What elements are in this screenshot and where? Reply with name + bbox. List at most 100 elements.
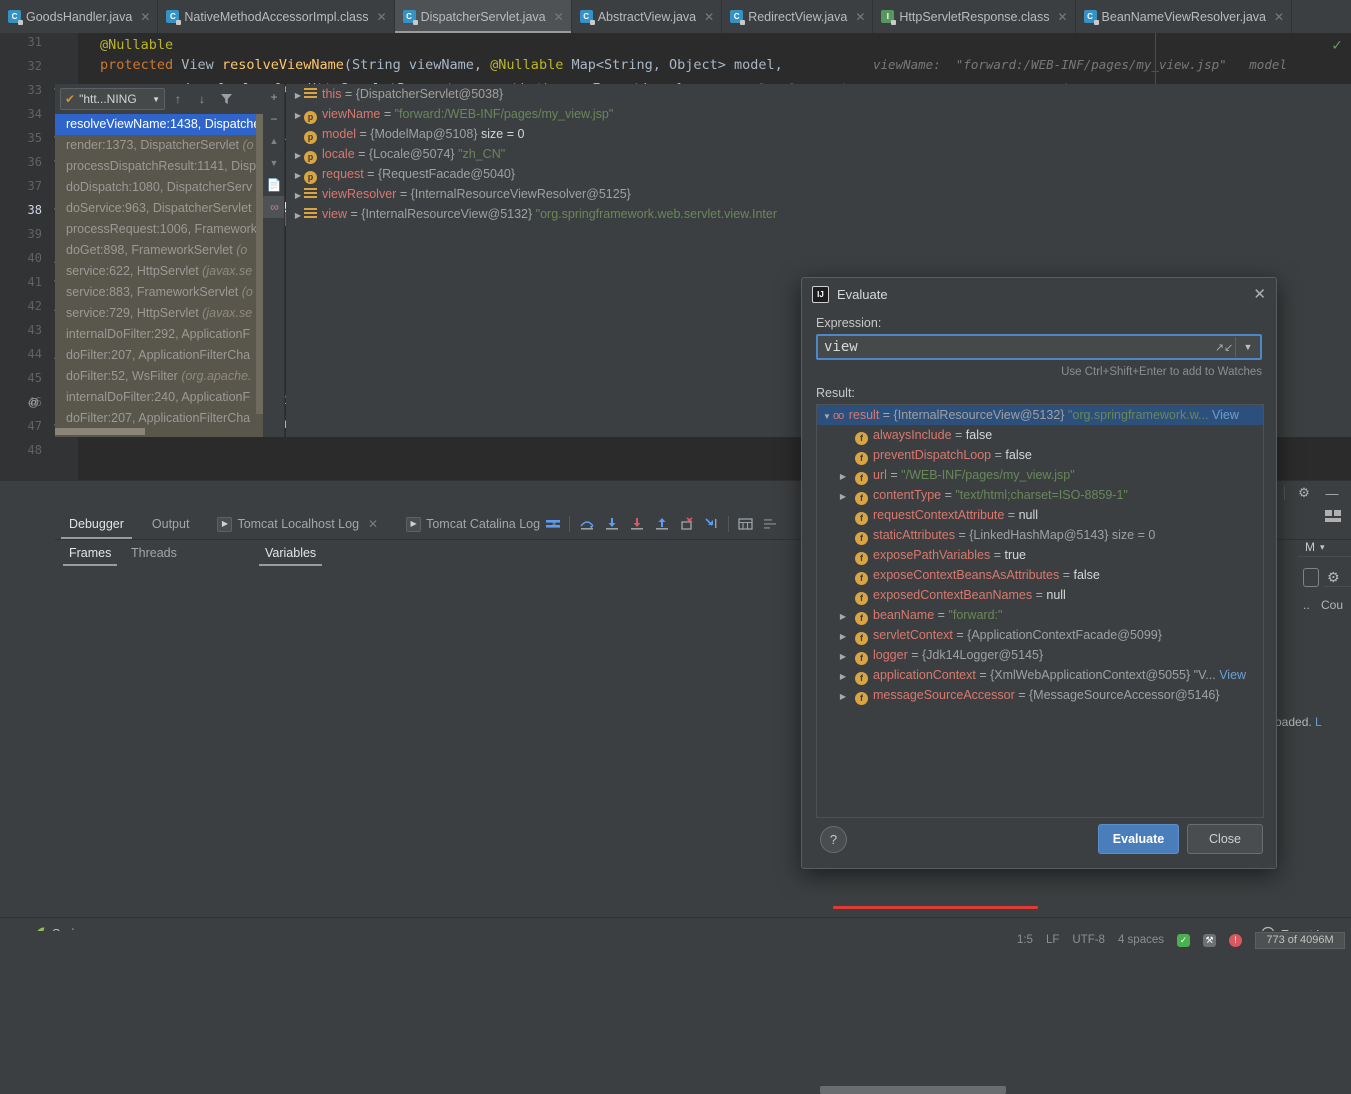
sub-tab-threads[interactable]: Threads xyxy=(121,540,187,566)
expand-arrow-icon[interactable]: ▶ xyxy=(292,86,304,106)
editor-tab-2[interactable]: C DispatcherServlet.java ✕ xyxy=(394,0,572,33)
variable-row[interactable]: ▶ p viewName = "forward:/WEB-INF/pages/my_… xyxy=(286,104,1351,124)
expand-arrow-icon[interactable]: ▶ xyxy=(837,647,849,667)
frame-row[interactable]: render:1373, DispatcherServlet (o xyxy=(55,135,263,156)
build-icon[interactable]: ⚒ xyxy=(1203,933,1216,947)
variable-row[interactable]: ▶ p request = {RequestFacade@5040} xyxy=(286,164,1351,184)
view-link[interactable]: View xyxy=(1209,408,1239,422)
close-icon[interactable]: ✕ xyxy=(377,10,387,24)
step-into-icon[interactable] xyxy=(599,509,624,539)
run-to-cursor-icon[interactable] xyxy=(699,509,724,539)
evaluate-button[interactable]: Evaluate xyxy=(1098,824,1179,854)
memory-indicator[interactable]: 773 of 4096M xyxy=(1255,931,1345,949)
frame-row[interactable]: internalDoFilter:240, ApplicationF xyxy=(55,387,263,408)
vcs-status-icon[interactable]: ✓ xyxy=(1177,933,1190,947)
step-out-icon[interactable] xyxy=(649,509,674,539)
remove-watch-icon[interactable]: − xyxy=(263,108,285,130)
close-icon[interactable]: ✕ xyxy=(704,10,714,24)
frame-row[interactable]: service:883, FrameworkServlet (o xyxy=(55,282,263,303)
close-button[interactable]: Close xyxy=(1187,824,1263,854)
variable-row[interactable]: ▶ view = {InternalResourceView@5132} "org… xyxy=(286,204,1351,224)
expand-arrow-icon[interactable]: ▶ xyxy=(837,687,849,707)
variable-row[interactable]: ▶ viewResolver = {InternalResourceViewRes… xyxy=(286,184,1351,204)
result-horizontal-scrollbar[interactable] xyxy=(820,1086,1006,1094)
frame-row[interactable]: processRequest:1006, Framework xyxy=(55,219,263,240)
result-field-row[interactable]: f staticAttributes = {LinkedHashMap@5143}… xyxy=(817,525,1263,545)
add-watch-icon[interactable]: + xyxy=(263,86,285,108)
view-link[interactable]: View xyxy=(1216,668,1246,682)
result-field-row[interactable]: f alwaysInclude = false xyxy=(817,425,1263,445)
expand-editor-icon[interactable]: ↗↙ xyxy=(1213,341,1235,354)
frame-row[interactable]: doFilter:207, ApplicationFilterCha xyxy=(55,345,263,366)
frame-row[interactable]: resolveViewName:1438, DispatcherServlet xyxy=(55,114,263,135)
frame-row[interactable]: service:729, HttpServlet (javax.se xyxy=(55,303,263,324)
close-icon[interactable]: ✕ xyxy=(554,10,564,24)
file-encoding[interactable]: UTF-8 xyxy=(1072,934,1105,946)
clock-icon[interactable] xyxy=(1303,568,1319,587)
force-step-into-icon[interactable] xyxy=(624,509,649,539)
editor-tab-6[interactable]: C BeanNameViewResolver.java ✕ xyxy=(1076,0,1293,33)
frame-row[interactable]: doFilter:207, ApplicationFilterCha xyxy=(55,408,263,429)
variable-row[interactable]: ▶ this = {DispatcherServlet@5038} xyxy=(286,84,1351,104)
evaluate-expression-icon[interactable] xyxy=(733,509,758,539)
variable-row[interactable]: ▶ p locale = {Locale@5074} "zh_CN" xyxy=(286,144,1351,164)
settings-layout-icon[interactable] xyxy=(758,509,783,539)
result-field-row[interactable]: ▶ f contentType = "text/html;charset=ISO-8… xyxy=(817,485,1263,505)
evaluate-dialog[interactable]: IJ Evaluate ✕ Expression: ↗↙ ▼ Use Ctrl+… xyxy=(801,277,1277,1094)
loaded-link[interactable]: L xyxy=(1315,715,1322,729)
result-field-row[interactable]: ▶ f beanName = "forward:" xyxy=(817,605,1263,625)
move-down-icon[interactable]: ▼ xyxy=(263,152,285,174)
help-button[interactable]: ? xyxy=(820,826,847,853)
result-field-row[interactable]: f requestContextAttribute = null xyxy=(817,505,1263,525)
frame-row[interactable]: service:622, HttpServlet (javax.se xyxy=(55,261,263,282)
frames-list[interactable]: resolveViewName:1438, DispatcherServlet r… xyxy=(55,114,263,437)
expand-arrow-icon[interactable]: ▶ xyxy=(292,106,304,126)
frames-down-button[interactable]: ↓ xyxy=(192,90,212,108)
gear-icon[interactable]: ⚙ xyxy=(1295,484,1313,502)
editor-tab-1[interactable]: C NativeMethodAccessorImpl.class ✕ xyxy=(158,0,395,33)
right-panel-dropdown[interactable]: M ▾ xyxy=(1305,540,1325,554)
minimize-icon[interactable]: — xyxy=(1323,484,1341,502)
expand-arrow-icon[interactable]: ▶ xyxy=(292,206,304,226)
expand-arrow-icon[interactable]: ▶ xyxy=(837,607,849,627)
debug-tab-debugger[interactable]: Debugger xyxy=(55,509,138,539)
result-field-row[interactable]: f preventDispatchLoop = false xyxy=(817,445,1263,465)
close-icon[interactable]: ✕ xyxy=(1057,10,1067,24)
collapse-arrow-icon[interactable]: ▼ xyxy=(821,407,833,427)
drop-frame-icon[interactable] xyxy=(674,509,699,539)
frame-row[interactable]: doService:963, DispatcherServlet xyxy=(55,198,263,219)
expand-arrow-icon[interactable]: ▶ xyxy=(837,627,849,647)
line-separator[interactable]: LF xyxy=(1046,934,1059,946)
frame-row[interactable]: processDispatchResult:1141, Disp xyxy=(55,156,263,177)
close-icon[interactable]: ✕ xyxy=(855,10,865,24)
result-field-row[interactable]: ▶ f applicationContext = {XmlWebApplicatio… xyxy=(817,665,1263,685)
result-field-row[interactable]: f exposedContextBeanNames = null xyxy=(817,585,1263,605)
result-tree[interactable]: ▼ oo result = {InternalResourceView@5132}… xyxy=(816,404,1264,818)
sub-tab-variables[interactable]: Variables xyxy=(255,540,326,566)
panel-splitter[interactable] xyxy=(284,84,285,437)
expression-field-wrapper[interactable]: ↗↙ ▼ xyxy=(816,334,1262,360)
editor-tab-4[interactable]: C RedirectView.java ✕ xyxy=(722,0,874,33)
close-icon[interactable]: ✕ xyxy=(140,10,150,24)
step-over-icon[interactable] xyxy=(574,509,599,539)
debug-tab-output[interactable]: Output xyxy=(138,509,204,539)
result-root-row[interactable]: ▼ oo result = {InternalResourceView@5132}… xyxy=(817,405,1263,425)
expand-arrow-icon[interactable]: ▶ xyxy=(292,186,304,206)
result-field-row[interactable]: ▶ f logger = {Jdk14Logger@5145} xyxy=(817,645,1263,665)
copy-icon[interactable]: 📄 xyxy=(263,174,285,196)
expand-arrow-icon[interactable]: ▶ xyxy=(837,467,849,487)
frames-horizontal-scrollbar[interactable] xyxy=(55,428,145,435)
chevron-down-icon[interactable]: ▼ xyxy=(1236,342,1260,352)
error-icon[interactable]: ! xyxy=(1229,933,1242,947)
expand-arrow-icon[interactable]: ▶ xyxy=(292,146,304,166)
editor-tab-5[interactable]: I HttpServletResponse.class ✕ xyxy=(873,0,1076,33)
variable-row[interactable]: p model = {ModelMap@5108} size = 0 xyxy=(286,124,1351,144)
override-marker[interactable]: @ xyxy=(28,397,39,409)
frames-filter-icon[interactable] xyxy=(216,90,236,108)
inspection-ok-icon[interactable]: ✓ xyxy=(1331,37,1343,54)
gear-icon[interactable]: ⚙ xyxy=(1327,569,1340,586)
frames-vertical-scrollbar[interactable] xyxy=(256,114,263,414)
move-up-icon[interactable]: ▲ xyxy=(263,130,285,152)
mute-breakpoints-icon[interactable] xyxy=(540,509,565,539)
result-field-row[interactable]: ▶ f servletContext = {ApplicationContextFa… xyxy=(817,625,1263,645)
